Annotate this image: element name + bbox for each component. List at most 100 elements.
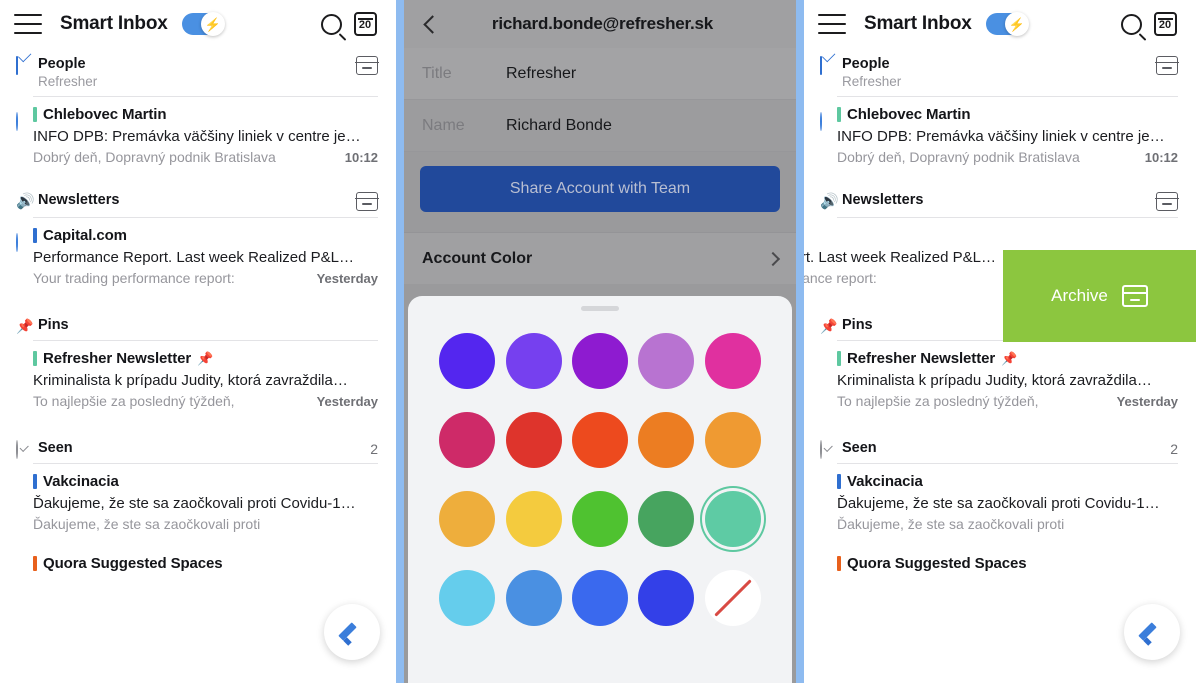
message-time: 10:12	[344, 150, 378, 165]
toggle-knob: ⚡	[1004, 12, 1029, 36]
settings-topbar: richard.bonde@refresher.sk	[404, 0, 796, 48]
sender-name: Refresher Newsletter	[43, 350, 192, 367]
color-swatch-14[interactable]	[704, 491, 761, 547]
list-item[interactable]: Quora Suggested Spaces	[804, 541, 1196, 581]
bolt-icon: ⚡	[204, 16, 221, 32]
color-picker-sheet	[408, 296, 792, 683]
color-swatch-7[interactable]	[571, 412, 628, 468]
color-swatch-17[interactable]	[571, 570, 628, 626]
color-swatch-8[interactable]	[638, 412, 695, 468]
swipe-archive-action[interactable]: Archive	[1003, 250, 1196, 342]
color-swatch-4[interactable]	[704, 333, 761, 389]
share-account-button[interactable]: Share Account with Team	[420, 166, 780, 212]
color-swatch-1[interactable]	[505, 333, 562, 389]
smart-inbox-toggle[interactable]: ⚡	[985, 12, 1029, 36]
bolt-icon: ⚡	[1008, 16, 1025, 32]
pencil-icon	[1139, 619, 1165, 645]
hamburger-icon[interactable]	[818, 14, 846, 34]
message-preview: Ďakujeme, že ste sa zaočkovali proti	[837, 516, 1065, 532]
name-field-row[interactable]: Name Richard Bonde	[404, 100, 796, 152]
message-preview: Dobrý deň, Dopravný podnik Bratislava	[837, 149, 1080, 165]
color-swatch-11[interactable]	[505, 491, 562, 547]
title-field-label: Title	[422, 64, 452, 82]
message-preview: To najlepšie za posledný týždeň,	[33, 393, 235, 409]
color-swatch-15[interactable]	[439, 570, 496, 626]
archive-icon[interactable]	[355, 56, 379, 75]
smart-inbox-toggle[interactable]: ⚡	[181, 12, 225, 36]
pin-icon: 📌	[16, 318, 34, 334]
list-item[interactable]: Capital.com Performance Report. Last wee…	[0, 218, 396, 295]
color-swatch-3[interactable]	[638, 333, 695, 389]
compose-button[interactable]	[324, 604, 380, 660]
sender-name: Quora Suggested Spaces	[43, 555, 223, 572]
sidebar-item-people[interactable]: People Refresher	[0, 48, 396, 90]
archive-label: Archive	[1051, 286, 1108, 305]
name-field-value: Richard Bonde	[506, 116, 612, 134]
archive-icon[interactable]	[1155, 56, 1179, 75]
color-swatch-5[interactable]	[439, 412, 496, 468]
section-title: Seen	[38, 440, 73, 456]
compose-button[interactable]	[1124, 604, 1180, 660]
sidebar-item-newsletters[interactable]: 🔊 Newsletters	[0, 174, 396, 211]
sender-name: Capital.com	[43, 227, 127, 244]
sidebar-item-seen[interactable]: Seen 2	[0, 418, 396, 459]
calendar-button[interactable]: 20	[1148, 7, 1182, 41]
archive-icon[interactable]	[1155, 192, 1179, 211]
calendar-button[interactable]: 20	[348, 7, 382, 41]
section-title: Pins	[38, 317, 69, 333]
color-swatch-0[interactable]	[439, 333, 496, 389]
account-color-tag	[837, 351, 841, 366]
list-item[interactable]: Quora Suggested Spaces	[0, 541, 396, 581]
message-subject: INFO DPB: Premávka väčšiny liniek v cent…	[33, 128, 361, 145]
list-item[interactable]: Chlebovec Martin INFO DPB: Premávka väčš…	[0, 97, 396, 174]
list-item[interactable]: Chlebovec Martin INFO DPB: Premávka väčš…	[804, 97, 1196, 174]
section-title: People	[842, 56, 890, 72]
section-count: 2	[370, 441, 378, 457]
account-color-tag	[33, 556, 37, 571]
hamburger-icon[interactable]	[14, 14, 42, 34]
envelope-icon	[16, 56, 38, 75]
archive-icon[interactable]	[355, 192, 379, 211]
unread-indicator	[820, 106, 837, 165]
list-item[interactable]: Vakcinacia Ďakujeme, že ste sa zaočkoval…	[804, 464, 1196, 541]
color-swatch-19[interactable]	[704, 570, 761, 626]
list-item[interactable]: Refresher Newsletter 📌 Kriminalista k pr…	[0, 341, 396, 418]
account-color-tag	[837, 474, 841, 489]
color-swatch-13[interactable]	[638, 491, 695, 547]
sidebar-item-newsletters[interactable]: 🔊 Newsletters	[804, 174, 1196, 211]
section-title: Newsletters	[842, 192, 924, 208]
search-button[interactable]	[1114, 7, 1148, 41]
color-swatch-grid	[408, 311, 792, 626]
account-color-tag	[33, 107, 37, 122]
color-swatch-18[interactable]	[638, 570, 695, 626]
calendar-icon: 20	[1153, 12, 1177, 36]
color-swatch-6[interactable]	[505, 412, 562, 468]
section-count: 2	[1170, 441, 1178, 457]
share-button-wrapper: Share Account with Team	[404, 152, 796, 232]
account-color-row[interactable]: Account Color	[404, 232, 796, 284]
color-swatch-16[interactable]	[505, 570, 562, 626]
sidebar-item-pins[interactable]: 📌 Pins	[0, 295, 396, 334]
sender-name: Refresher Newsletter	[847, 350, 996, 367]
message-time: Yesterday	[316, 394, 378, 409]
unread-indicator	[16, 106, 33, 165]
account-color-tag	[33, 228, 37, 243]
section-title: Seen	[842, 440, 877, 456]
list-item[interactable]: Refresher Newsletter 📌 Kriminalista k pr…	[804, 341, 1196, 418]
account-color-tag	[33, 474, 37, 489]
title-field-row[interactable]: Title Refresher	[404, 48, 796, 100]
archive-icon	[1121, 285, 1148, 307]
message-time: 10:12	[1144, 150, 1178, 165]
left-topbar: Smart Inbox ⚡ 20	[0, 0, 396, 48]
sender-name: Chlebovec Martin	[847, 106, 971, 123]
search-button[interactable]	[314, 7, 348, 41]
sidebar-item-seen[interactable]: Seen 2	[804, 418, 1196, 459]
color-swatch-10[interactable]	[439, 491, 496, 547]
search-icon	[320, 13, 342, 35]
color-swatch-12[interactable]	[571, 491, 628, 547]
sender-name: Chlebovec Martin	[43, 106, 167, 123]
list-item[interactable]: Vakcinacia Ďakujeme, že ste sa zaočkoval…	[0, 464, 396, 541]
color-swatch-9[interactable]	[704, 412, 761, 468]
color-swatch-2[interactable]	[571, 333, 628, 389]
sidebar-item-people[interactable]: People Refresher	[804, 48, 1196, 90]
